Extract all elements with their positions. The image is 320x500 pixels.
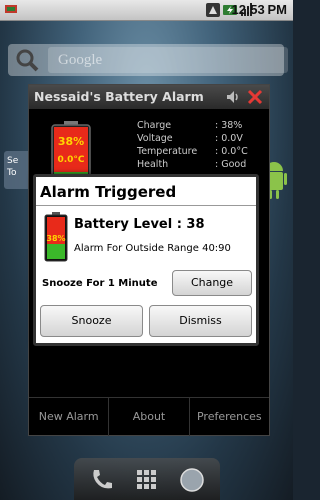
preferences-button[interactable]: Preferences	[190, 398, 269, 436]
status-bar: 12:53 PM	[0, 0, 293, 21]
app-titlebar: Nessaid's Battery Alarm	[29, 85, 269, 109]
browser-icon[interactable]	[178, 466, 206, 494]
clock-time: 12:53	[231, 2, 265, 17]
volume-icon[interactable]	[225, 89, 241, 105]
google-search-widget[interactable]: Google	[8, 44, 288, 76]
alarm-dialog: Alarm Triggered 38% Battery Level : 38 A…	[33, 174, 259, 346]
info-key: Voltage	[137, 133, 173, 144]
search-icon	[16, 49, 39, 72]
dismiss-button[interactable]: Dismiss	[149, 305, 252, 337]
apps-icon[interactable]	[133, 466, 161, 494]
snooze-button[interactable]: Snooze	[40, 305, 143, 337]
info-value: : 0.0V	[215, 133, 243, 144]
new-alarm-button[interactable]: New Alarm	[29, 398, 110, 436]
clock-suffix: PM	[267, 2, 288, 17]
app-battery-percent: 38%	[57, 135, 85, 148]
notification-icon	[206, 3, 220, 17]
dialog-battery-percent: 38%	[46, 234, 66, 243]
info-row: Temperature : 0.0°C	[137, 145, 248, 158]
close-icon[interactable]	[247, 89, 263, 105]
info-value: : 0.0°C	[215, 146, 248, 157]
dock	[74, 458, 220, 500]
clock: 12:53 PM	[231, 2, 287, 17]
battery-info-table: Charge : 38% Voltage : 0.0V Temperature : 0…	[137, 119, 248, 171]
title-divider	[36, 205, 256, 206]
app-battery-temp: 0.0°C	[57, 155, 85, 165]
phone-icon[interactable]	[88, 466, 116, 494]
info-row: Health : Good	[137, 158, 248, 171]
change-button[interactable]: Change	[172, 270, 252, 296]
about-button[interactable]: About	[109, 398, 190, 436]
info-key: Health	[137, 159, 169, 170]
info-row: Voltage : 0.0V	[137, 132, 248, 145]
app-footer: New Alarm About Preferences	[29, 397, 269, 436]
alarm-range-text: Alarm For Outside Range 40:90	[74, 243, 231, 254]
snooze-duration-label: Snooze For 1 Minute	[42, 278, 158, 289]
dialog-title: Alarm Triggered	[40, 183, 177, 201]
info-key: Charge	[137, 120, 172, 131]
usb-icon	[5, 5, 17, 13]
info-row: Charge : 38%	[137, 119, 248, 132]
info-key: Temperature	[137, 146, 198, 157]
info-value: : Good	[215, 159, 247, 170]
search-input[interactable]: Google	[48, 47, 288, 73]
info-value: : 38%	[215, 120, 243, 131]
battery-level-text: Battery Level : 38	[74, 217, 205, 232]
app-title: Nessaid's Battery Alarm	[34, 89, 204, 104]
